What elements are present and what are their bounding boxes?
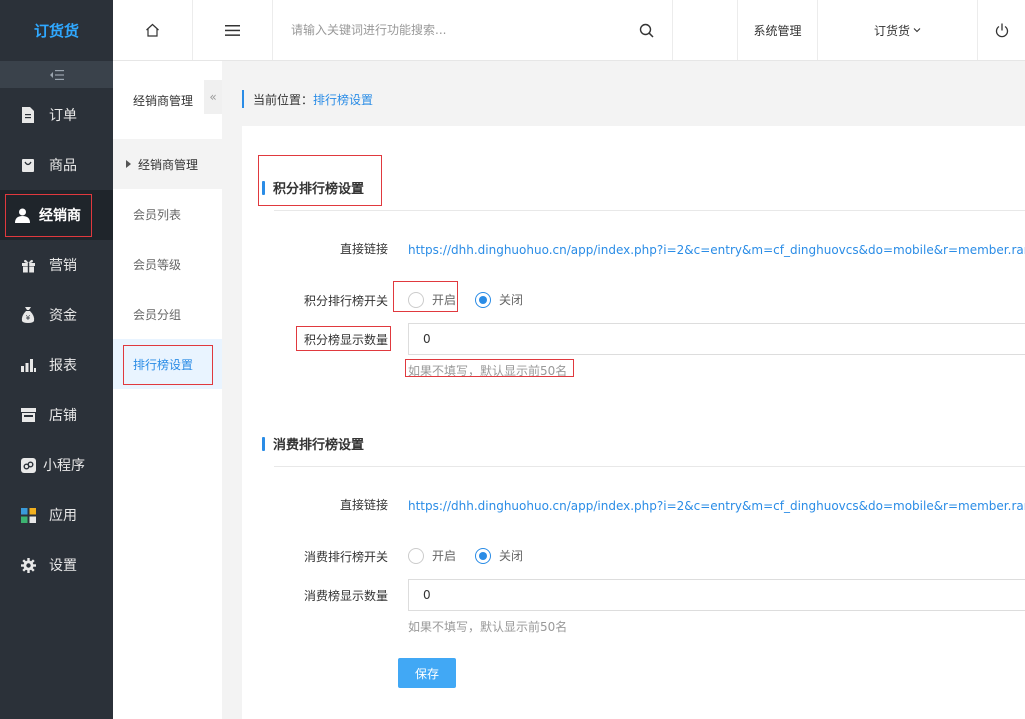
subnav-item-member-level[interactable]: 会员等级: [113, 239, 222, 289]
sidebar-item-label: 订单: [49, 108, 77, 124]
sidebar-item-dealers[interactable]: 经销商: [0, 190, 113, 240]
secondary-sidebar: 经销商管理 经销商管理 会员列表 会员等级 会员分组 排行榜设置: [113, 61, 222, 719]
sidebar-item-label: 应用: [49, 508, 77, 524]
subnav-item-member-list[interactable]: 会员列表: [113, 189, 222, 239]
points-link-label: 直接链接: [339, 242, 388, 256]
divider: [274, 210, 1025, 211]
store-icon: [20, 407, 36, 423]
function-search: [273, 0, 673, 60]
document-icon: [20, 107, 36, 123]
power-icon: [995, 23, 1008, 37]
section-title-text: 消费排行榜设置: [273, 438, 365, 453]
breadcrumb-prefix: 当前位置：: [253, 92, 314, 107]
radio-circle-selected: [475, 547, 491, 564]
app-logo[interactable]: 订货货: [0, 0, 113, 61]
sidebar-collapse-toggle[interactable]: [0, 61, 113, 88]
svg-text:¥: ¥: [26, 314, 31, 322]
search-input[interactable]: [273, 0, 613, 60]
sidebar-item-store[interactable]: 店铺: [0, 390, 113, 440]
sidebar-item-orders[interactable]: 订单: [0, 90, 113, 140]
hamburger-icon: [225, 24, 240, 36]
apps-grid-icon: [20, 507, 36, 523]
subnav-group-label: 经销商管理: [138, 157, 199, 172]
double-chevron-left-icon: «: [209, 90, 217, 104]
consume-switch-off[interactable]: 关闭: [475, 547, 523, 564]
caret-right-icon: [126, 160, 131, 168]
sidebar-item-label: 小程序: [43, 458, 85, 474]
home-button[interactable]: [113, 0, 193, 60]
sidebar-item-funds[interactable]: ¥ 资金: [0, 290, 113, 340]
points-switch-on[interactable]: 开启: [408, 291, 456, 308]
subnav-item-member-group[interactable]: 会员分组: [113, 289, 222, 339]
sidebar-item-products[interactable]: 商品: [0, 140, 113, 190]
consume-switch-label: 消费排行榜开关: [303, 550, 388, 564]
system-management-label: 系统管理: [753, 23, 802, 38]
sidebar-item-label: 经销商: [39, 208, 81, 224]
mini-program-icon: [20, 457, 36, 473]
consume-count-label: 消费榜显示数量: [303, 589, 388, 603]
save-button[interactable]: 保存: [398, 658, 456, 688]
title-accent-bar: [262, 180, 265, 195]
consume-count-input[interactable]: 0: [408, 579, 1025, 611]
sidebar-item-label: 资金: [49, 308, 77, 324]
radio-circle: [408, 291, 424, 308]
points-ranking-section-title: 积分排行榜设置: [262, 178, 364, 197]
sidebar-item-label: 店铺: [49, 408, 77, 424]
user-name-label: 订货货: [873, 23, 910, 38]
main-sidebar: 订货货 订单 商品 经销商 营销 ¥ 资金 报表 店铺 小程序 应用 设置: [0, 0, 113, 719]
bar-chart-icon: [20, 357, 36, 373]
user-dropdown[interactable]: 订货货: [818, 0, 978, 60]
gear-icon: [20, 557, 36, 573]
radio-circle: [408, 547, 424, 564]
bag-icon: [20, 157, 36, 173]
sidebar-item-label: 报表: [49, 358, 77, 374]
points-count-label: 积分榜显示数量: [303, 333, 388, 347]
points-count-hint: 如果不填写，默认显示前50名: [408, 364, 568, 378]
radio-label: 开启: [432, 293, 457, 307]
settings-card: 积分排行榜设置 直接链接 https://dhh.dinghuohuo.cn/a…: [242, 126, 1025, 719]
money-bag-icon: ¥: [20, 307, 36, 323]
breadcrumb: 当前位置： 排行榜设置: [242, 90, 373, 108]
search-icon[interactable]: [639, 23, 654, 38]
radio-label: 开启: [432, 549, 457, 563]
subnav-item-ranking-settings[interactable]: 排行榜设置: [113, 339, 222, 389]
points-switch-off[interactable]: 关闭: [475, 291, 523, 308]
sidebar-item-marketing[interactable]: 营销: [0, 240, 113, 290]
sidebar-item-label: 营销: [49, 258, 77, 274]
home-icon: [146, 23, 159, 37]
title-accent-bar: [262, 436, 265, 451]
breadcrumb-current[interactable]: 排行榜设置: [313, 91, 373, 108]
subnav-group-dealer-management[interactable]: 经销商管理: [113, 139, 222, 189]
radio-circle-selected: [475, 291, 491, 308]
collapse-menu-icon: [49, 69, 64, 80]
consume-link-label: 直接链接: [339, 498, 388, 512]
consume-switch-on[interactable]: 开启: [408, 547, 456, 564]
top-bar: 系统管理 订货货: [113, 0, 1025, 61]
sidebar-item-apps[interactable]: 应用: [0, 490, 113, 540]
topbar-spacer: [673, 0, 738, 60]
section-title-text: 积分排行榜设置: [273, 182, 365, 197]
points-ranking-url[interactable]: https://dhh.dinghuohuo.cn/app/index.php?…: [408, 243, 1025, 257]
user-icon: [14, 207, 30, 223]
chevron-down-icon: [913, 28, 921, 33]
menu-toggle-button[interactable]: [193, 0, 273, 60]
sidebar-item-settings[interactable]: 设置: [0, 540, 113, 590]
radio-label: 关闭: [499, 293, 524, 307]
gift-icon: [20, 257, 36, 273]
sidebar-item-mini-program[interactable]: 小程序: [0, 440, 113, 490]
sidebar-item-label: 商品: [49, 158, 77, 174]
consume-count-hint: 如果不填写，默认显示前50名: [408, 620, 568, 634]
points-switch-label: 积分排行榜开关: [303, 294, 388, 308]
subnav-collapse-button[interactable]: «: [204, 80, 222, 114]
system-management-link[interactable]: 系统管理: [738, 0, 818, 60]
logout-button[interactable]: [978, 0, 1025, 60]
consume-ranking-section-title: 消费排行榜设置: [262, 434, 364, 453]
sidebar-item-label: 设置: [49, 558, 77, 574]
consume-ranking-url[interactable]: https://dhh.dinghuohuo.cn/app/index.php?…: [408, 499, 1025, 513]
sidebar-item-reports[interactable]: 报表: [0, 340, 113, 390]
divider: [274, 466, 1025, 467]
radio-label: 关闭: [499, 549, 524, 563]
points-count-input[interactable]: 0: [408, 323, 1025, 355]
